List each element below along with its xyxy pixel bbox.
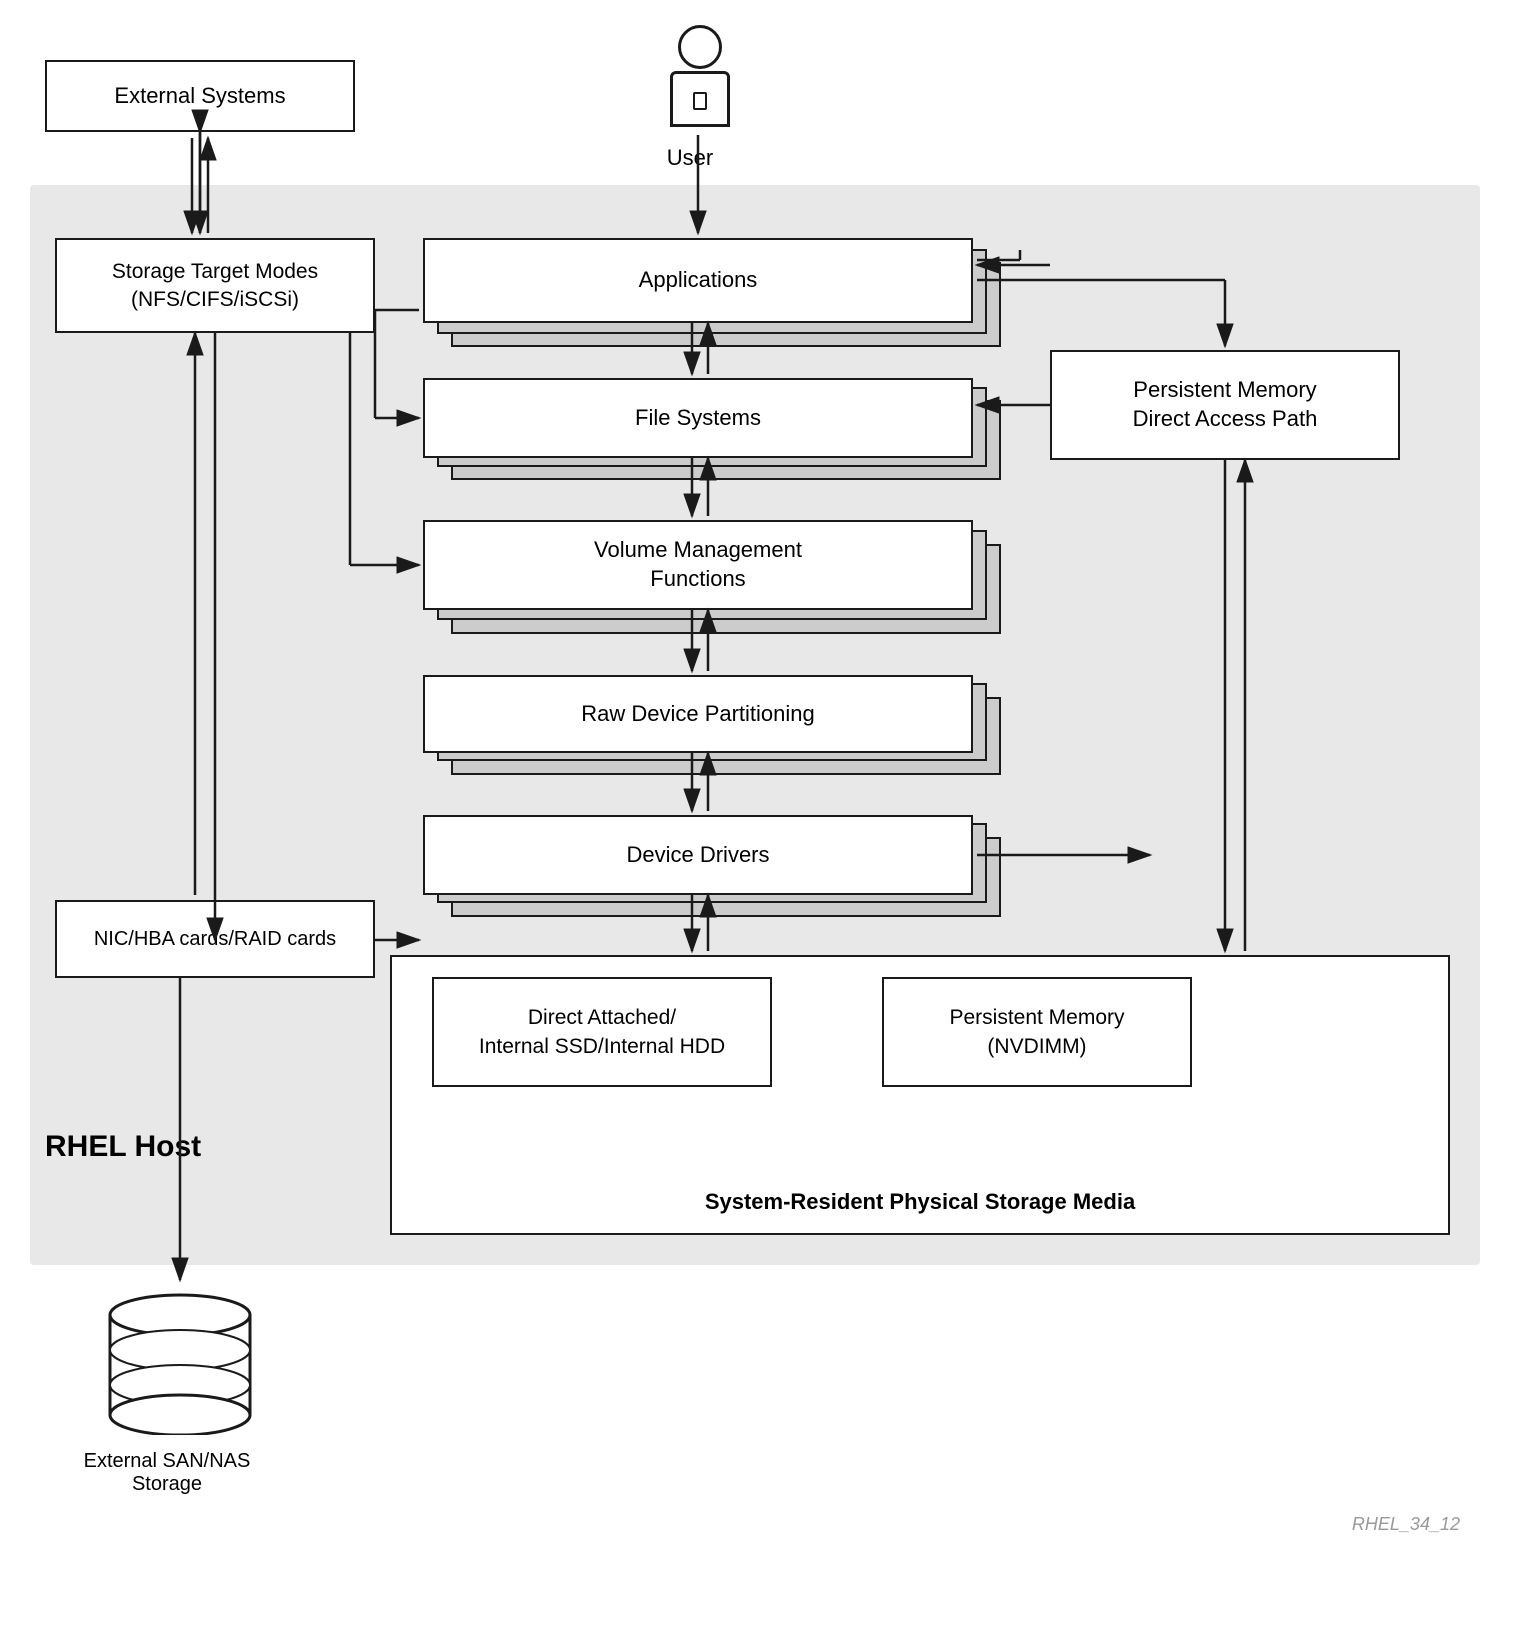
external-san-label: External SAN/NAS Storage (62, 1450, 272, 1496)
rhel-host-label: RHEL Host (45, 1130, 201, 1164)
device-drivers-box: Device Drivers (423, 815, 973, 895)
applications-box: Applications (423, 238, 973, 323)
raw-device-label: Raw Device Partitioning (581, 700, 815, 729)
direct-attached-box: Direct Attached/Internal SSD/Internal HD… (432, 977, 772, 1087)
volume-mgmt-box: Volume ManagementFunctions (423, 520, 973, 610)
nic-hba-label: NIC/HBA cards/RAID cards (94, 926, 336, 952)
storage-target-label: Storage Target Modes(NFS/CIFS/iSCSi) (112, 258, 318, 313)
external-systems-box: External Systems (45, 60, 355, 132)
user-head-icon (678, 25, 722, 69)
user-label: User (640, 145, 740, 171)
pmem-nvdimm-label: Persistent Memory(NVDIMM) (949, 1003, 1124, 1062)
nic-hba-box: NIC/HBA cards/RAID cards (55, 900, 375, 978)
system-resident-label: System-Resident Physical Storage Media (392, 1189, 1448, 1215)
cylinder-icon (100, 1285, 260, 1435)
applications-label: Applications (639, 266, 758, 295)
raw-device-box: Raw Device Partitioning (423, 675, 973, 753)
pmem-access-box: Persistent MemoryDirect Access Path (1050, 350, 1400, 460)
volume-mgmt-label: Volume ManagementFunctions (594, 536, 802, 593)
device-drivers-label: Device Drivers (626, 841, 769, 870)
system-resident-box: Direct Attached/Internal SSD/Internal HD… (390, 955, 1450, 1235)
user-figure (670, 25, 730, 127)
direct-attached-label: Direct Attached/Internal SSD/Internal HD… (479, 1003, 725, 1062)
external-systems-label: External Systems (114, 82, 285, 111)
storage-target-box: Storage Target Modes(NFS/CIFS/iSCSi) (55, 238, 375, 333)
file-systems-label: File Systems (635, 404, 761, 433)
pmem-nvdimm-box: Persistent Memory(NVDIMM) (882, 977, 1192, 1087)
user-body-icon (670, 71, 730, 127)
file-systems-box: File Systems (423, 378, 973, 458)
diagram-container: External Systems User Applications Stora… (0, 0, 1520, 1625)
pmem-access-label: Persistent MemoryDirect Access Path (1133, 376, 1318, 433)
watermark: RHEL_34_12 (1352, 1514, 1460, 1535)
